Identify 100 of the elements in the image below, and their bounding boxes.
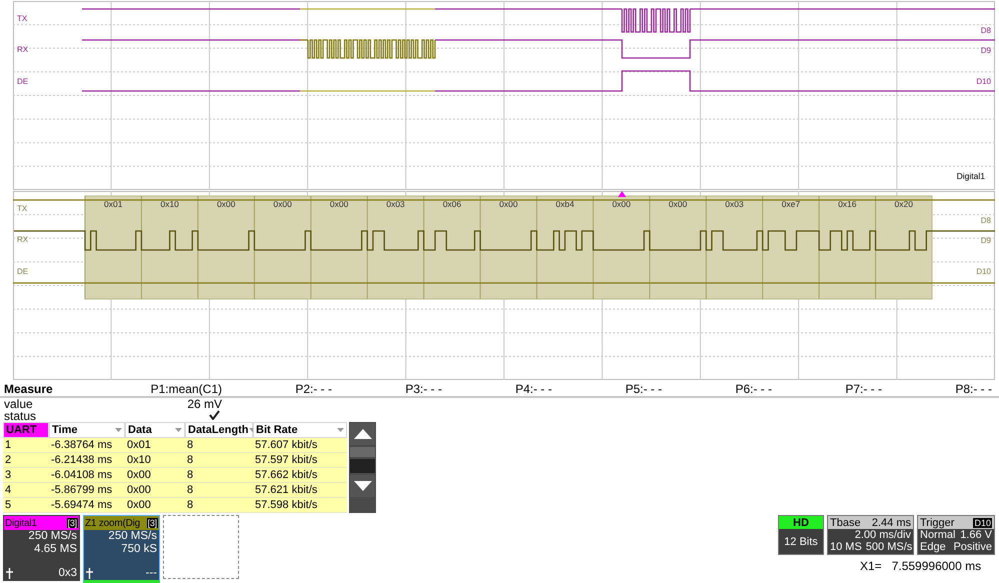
decoded-byte: 0x00 [216, 199, 236, 210]
decoded-byte: 0x03 [386, 199, 405, 210]
empty-tile-slot[interactable] [163, 515, 239, 580]
table-cell: 0x10 [125, 453, 185, 468]
parameter-label[interactable]: P3:- - - [332, 382, 442, 396]
decoded-byte: 0x00 [668, 199, 688, 210]
decoder-name: UART [3, 422, 49, 438]
scroll-up-button[interactable] [350, 423, 375, 446]
table-cell: 0x00 [125, 468, 185, 484]
column-header[interactable]: Time [49, 422, 125, 438]
table-cell: 1 [3, 438, 49, 454]
parameter-label[interactable]: P6:- - - [662, 382, 772, 396]
table-cell: 57.621 kbit/s [253, 483, 347, 498]
table-cell: 0x00 [125, 498, 185, 514]
table-cell: 57.597 kbit/s [253, 453, 347, 468]
scroll-bar[interactable] [349, 422, 376, 514]
channel-tile[interactable]: Digital1 [3] 250 MS/s 4.65 MS 0x3 [3, 515, 80, 582]
acquisition-box[interactable]: HD 12 Bits [778, 515, 824, 556]
channel-pin-label: D10 [976, 267, 991, 276]
cursor-value: 7.559996000 ms [892, 559, 982, 574]
parameter-label[interactable]: P2:- - - [222, 382, 332, 396]
channel-pin-label: D9 [980, 46, 991, 55]
channel-label: RX [17, 235, 28, 244]
table-cell: 2 [3, 453, 49, 468]
table-cell: 8 [185, 438, 253, 454]
decoded-byte: 0x03 [725, 199, 744, 210]
table-cell: 57.662 kbit/s [253, 468, 347, 484]
parameter-label[interactable]: P4:- - - [442, 382, 552, 396]
decoded-byte: 0x06 [442, 199, 462, 210]
column-header[interactable]: Data [125, 422, 185, 438]
tile-badge: [3] [146, 518, 158, 528]
channel-pin-label: D8 [980, 26, 991, 35]
cursor-label: X1= [860, 559, 882, 574]
channel-label: TX [17, 14, 28, 23]
tile-value: 250 MS/s [27, 530, 78, 544]
down-triangle-icon [354, 481, 372, 492]
table-cell: 0x01 [125, 438, 185, 454]
decoded-byte: 0x10 [160, 199, 179, 210]
trigger-type: Edge [920, 541, 946, 554]
decoded-byte: 0x20 [894, 199, 913, 210]
column-header[interactable]: Bit Rate [253, 422, 347, 438]
channel-pin-label: D9 [980, 236, 991, 246]
tile-value: 750 kS [120, 543, 158, 556]
probe-icon [86, 568, 93, 579]
table-cell: -6.04108 ms [49, 468, 125, 484]
trigger-threshold: 1.66 V [960, 529, 992, 542]
scroll-track[interactable] [350, 447, 375, 458]
decoded-byte: 0x00 [612, 199, 631, 210]
parameter-label[interactable]: P5:- - - [552, 382, 662, 396]
bits-label: 12 Bits [784, 536, 818, 548]
parameter-label[interactable]: P7:- - - [772, 382, 882, 396]
trigger-slope: Positive [953, 541, 992, 554]
trigger-box[interactable]: Trigger D10 Normal 1.66 V Edge Positive [917, 515, 995, 556]
row-label: value [4, 398, 34, 410]
channel-pin-label: D10 [976, 76, 991, 86]
caret-icon [337, 428, 344, 432]
tile-footer: --- [146, 567, 157, 580]
decoded-byte: 0x16 [838, 199, 857, 210]
table-cell: -5.69474 ms [49, 498, 125, 514]
table-cell: 4 [3, 483, 49, 498]
decoded-byte: 0x00 [273, 199, 292, 210]
probe-icon [6, 568, 13, 579]
trigger-source: D10 [973, 518, 992, 528]
up-triangle-icon [354, 429, 372, 440]
decoded-byte: 0xe7 [782, 199, 800, 210]
table-cell: 8 [185, 468, 253, 484]
caret-icon [115, 428, 122, 432]
scroll-down-button[interactable] [350, 475, 375, 498]
scale-value: 2.00 ms/div [854, 529, 911, 542]
channel-label: DE [17, 76, 28, 86]
parameter-label[interactable]: P1:mean(C1) [112, 382, 222, 396]
box-title: Trigger [920, 516, 954, 529]
table-cell: 0x00 [125, 483, 185, 498]
trigger-mode: Normal [920, 529, 956, 542]
channel-label: DE [17, 267, 28, 276]
channel-pin-label: D8 [980, 216, 991, 226]
tile-title: Digital1 [5, 518, 37, 529]
caret-icon [175, 428, 182, 432]
delay-value: 2.44 ms [872, 516, 911, 529]
table-cell: 57.598 kbit/s [253, 498, 347, 514]
scroll-thumb[interactable] [350, 459, 375, 474]
decoded-byte: 0x00 [499, 199, 518, 210]
table-cell: -5.86799 ms [49, 483, 125, 498]
decoded-byte: 0xb4 [556, 199, 574, 210]
timebase-box[interactable]: Tbase 2.44 ms 2.00 ms/div 10 MS 500 MS/s [827, 515, 914, 556]
column-header[interactable]: DataLength [185, 422, 253, 438]
measure-title: Measure [4, 382, 54, 396]
decoded-byte: 0x00 [330, 199, 348, 210]
tile-value: 250 MS/s [107, 530, 158, 544]
channel-tile[interactable]: Z1 zoom(Dig [3] 250 MS/s 750 kS --- [83, 515, 160, 583]
tile-badge: [3] [66, 518, 78, 528]
parameter-label[interactable]: P8:- - - [882, 382, 992, 396]
source-label: Digital1 [956, 170, 985, 181]
table-cell: -6.21438 ms [49, 453, 125, 468]
measure-value: 26 mV [186, 398, 222, 410]
tile-title: Z1 zoom(Dig [85, 518, 140, 529]
row-label: status [4, 410, 38, 422]
table-cell: 3 [3, 468, 49, 484]
tile-value: 4.65 MS [33, 543, 78, 556]
table-cell: 57.607 kbit/s [253, 438, 347, 454]
